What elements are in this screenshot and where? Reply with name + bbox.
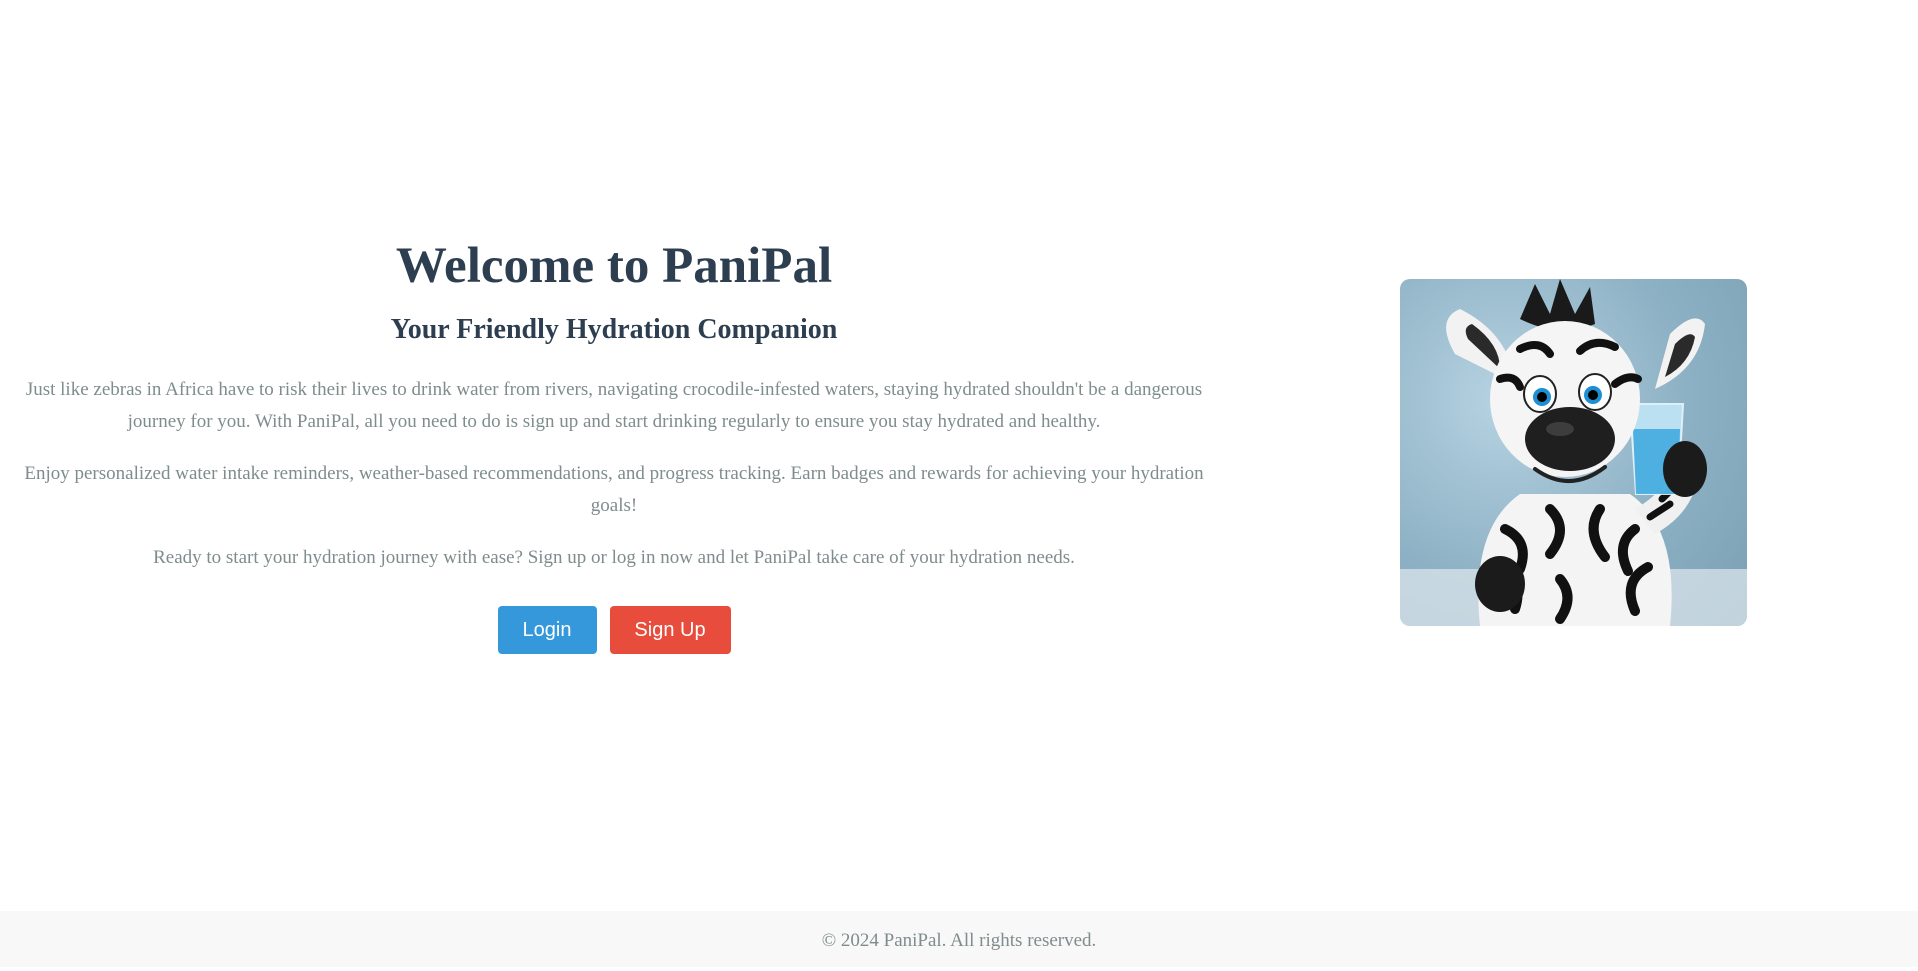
footer: © 2024 PaniPal. All rights reserved. — [0, 911, 1918, 967]
copyright-text: © 2024 PaniPal. All rights reserved. — [821, 930, 1097, 951]
hero-content: Welcome to PaniPal Your Friendly Hydrati… — [24, 232, 1204, 654]
page-subtitle: Your Friendly Hydration Companion — [390, 314, 838, 345]
zebra-mascot-image — [1400, 279, 1747, 626]
auth-buttons: Login Sign Up — [24, 606, 1204, 654]
zebra-mascot-icon — [1400, 279, 1747, 626]
login-button[interactable]: Login — [497, 606, 597, 654]
main-section: Welcome to PaniPal Your Friendly Hydrati… — [0, 0, 1918, 911]
features-paragraph: Enjoy personalized water intake reminder… — [24, 463, 1204, 516]
page-title: Welcome to PaniPal — [395, 238, 833, 294]
cta-paragraph: Ready to start your hydration journey wi… — [153, 547, 1075, 568]
signup-button[interactable]: Sign Up — [609, 606, 731, 654]
intro-paragraph: Just like zebras in Africa have to risk … — [25, 379, 1203, 432]
